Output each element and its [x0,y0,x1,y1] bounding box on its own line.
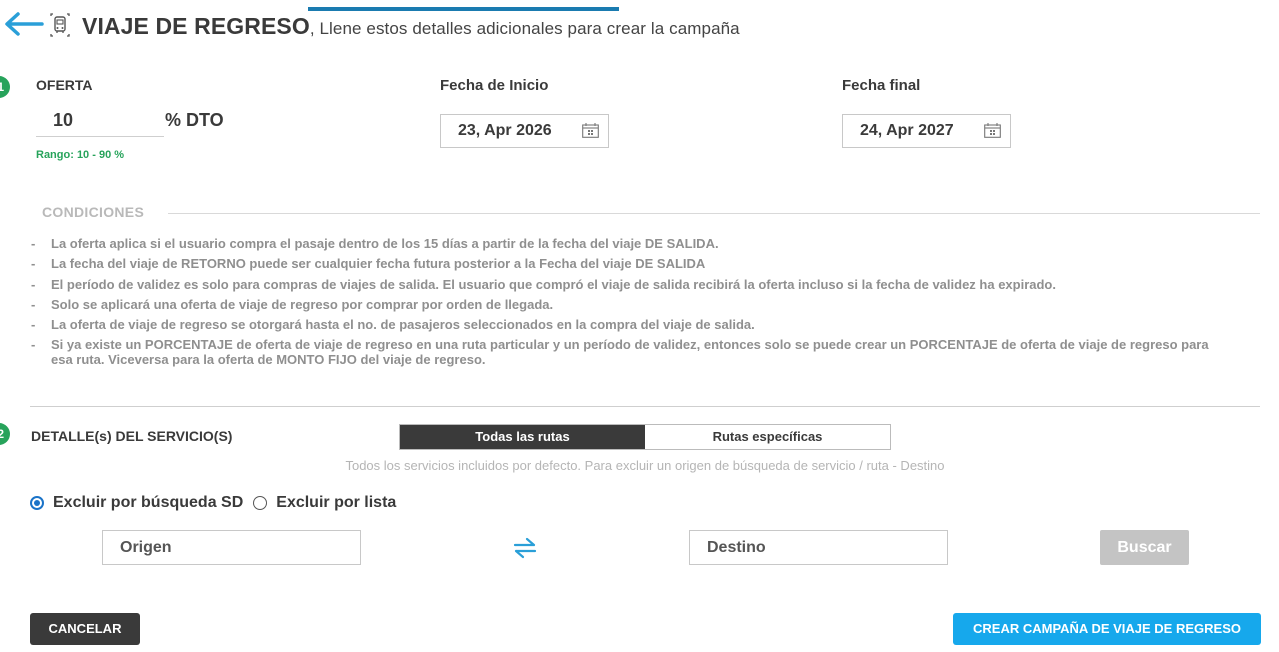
back-arrow-icon[interactable] [2,10,44,38]
origin-input[interactable] [102,530,361,565]
tab-all-routes[interactable]: Todas las rutas [400,425,645,449]
offer-range-hint: Rango: 10 - 90 % [36,149,125,161]
condition-item: Solo se aplicará una oferta de viaje de … [31,297,1231,312]
conditions-title: CONDICIONES [42,204,145,220]
step-2-badge: 2 [0,423,10,445]
exclude-mode-group: Excluir por búsqueda SD Excluir por list… [30,493,406,513]
condition-item: Si ya existe un PORCENTAJE de oferta de … [31,337,1231,367]
calendar-icon[interactable] [582,123,599,138]
step-1-badge: 1 [0,76,10,98]
page-subtitle: , Llene estos detalles adicionales para … [309,19,740,38]
page-header: VIAJE DE REGRESO, Llene estos detalles a… [0,10,1279,46]
offer-input[interactable] [36,104,164,137]
tab-specific-routes[interactable]: Rutas específicas [645,425,890,449]
bus-icon [50,13,70,37]
condition-item: La fecha del viaje de RETORNO puede ser … [31,256,1231,271]
condition-item: El período de validez es solo para compr… [31,277,1231,292]
create-campaign-button[interactable]: CREAR CAMPAÑA DE VIAJE DE REGRESO [953,613,1261,645]
swap-icon[interactable] [512,537,538,559]
title-text: VIAJE DE REGRESO [82,13,310,39]
offer-unit: % DTO [165,110,224,130]
end-date-field[interactable]: 24, Apr 2027 [842,114,1011,148]
condition-item: La oferta aplica si el usuario compra el… [31,236,1231,251]
condition-item: La oferta de viaje de regreso se otorgar… [31,317,1231,332]
radio-exclude-by-list-label[interactable]: Excluir por lista [276,494,396,512]
service-details-label: DETALLE(s) DEL SERVICIO(S) [31,428,233,444]
radio-exclude-by-search-label[interactable]: Excluir por búsqueda SD [53,494,243,512]
destination-input[interactable] [689,530,948,565]
end-date-label: Fecha final [842,77,921,94]
cancel-button[interactable]: CANCELAR [30,613,140,645]
search-button[interactable]: Buscar [1100,530,1189,565]
conditions-list: La oferta aplica si el usuario compra el… [31,236,1231,373]
conditions-divider [168,213,1260,214]
radio-exclude-by-search[interactable] [30,496,44,510]
services-info-text: Todos los servicios incluidos por defect… [345,458,945,473]
radio-exclude-by-list[interactable] [253,496,268,510]
section-divider [30,406,1260,407]
route-tabs: Todas las rutas Rutas específicas [399,424,891,450]
offer-label: OFERTA [36,77,93,93]
calendar-icon[interactable] [984,123,1001,138]
start-date-value: 23, Apr 2026 [458,122,552,139]
page-title: VIAJE DE REGRESO, Llene estos detalles a… [82,13,740,40]
start-date-label: Fecha de Inicio [440,77,549,94]
end-date-value: 24, Apr 2027 [860,122,954,139]
start-date-field[interactable]: 23, Apr 2026 [440,114,609,148]
